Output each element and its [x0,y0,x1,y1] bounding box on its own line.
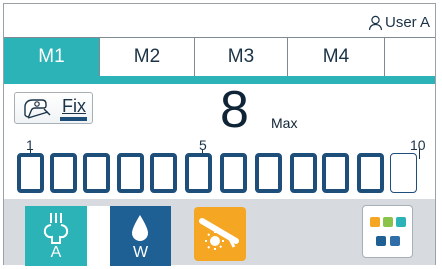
level-segment-5[interactable] [150,153,177,193]
tab-m1-label: M1 [38,46,65,67]
level-segment-12[interactable] [390,153,417,193]
tab-m4[interactable]: M4 [288,38,385,76]
fix-indicator-bar [60,117,87,121]
level-segment-3[interactable] [83,153,110,193]
quick-menu-button[interactable] [362,205,413,258]
tab-m3-label: M3 [227,46,255,67]
level-segment-6[interactable] [185,153,212,193]
handpiece-light-icon [199,218,239,252]
level-segment-9[interactable] [290,153,317,193]
scale-tick-10: 10 [410,137,426,153]
menu-tile-timer [383,217,393,227]
tab-m1[interactable]: M1 [4,38,100,76]
tab-m2[interactable]: M2 [100,38,195,76]
scale-tick-10-mark [419,149,420,159]
water-letter: W [132,244,149,261]
air-letter: A [50,244,62,261]
level-segment-8[interactable] [255,153,282,193]
user-label: User A [384,14,430,31]
level-segment-2[interactable] [50,153,77,193]
spray-divider [87,206,110,266]
level-segment-4[interactable] [117,153,144,193]
user-icon [368,15,383,30]
water-drop-icon [132,215,148,241]
user-indicator[interactable]: User A [368,14,430,31]
menu-tile-water [396,217,406,227]
menu-tile-speed [370,217,380,227]
fix-button[interactable]: Fix [14,92,93,124]
level-segment-11[interactable] [357,153,384,193]
level-value: 8 [220,81,249,139]
tab-m4-label: M4 [322,46,350,67]
light-button[interactable] [194,207,246,261]
level-segment-1[interactable] [17,153,44,193]
menu-tile-settings [390,236,400,246]
air-spray-button[interactable]: A [25,206,87,266]
level-segment-7[interactable] [220,153,247,193]
level-max-label: Max [271,115,298,131]
screen: User A M1 M2 M3 M4 Fix 8 Max 1 5 10 A W [0,0,442,269]
menu-tile-chair [376,236,386,246]
fix-label: Fix [62,96,86,116]
air-spray-icon [43,213,69,244]
level-segment-10[interactable] [322,153,349,193]
tab-m3[interactable]: M3 [195,38,288,76]
handpiece-icon [24,99,51,119]
tab-m2-label: M2 [133,46,161,67]
water-spray-button[interactable]: W [110,206,171,266]
memory-tab-bar: M1 M2 M3 M4 [4,37,435,84]
